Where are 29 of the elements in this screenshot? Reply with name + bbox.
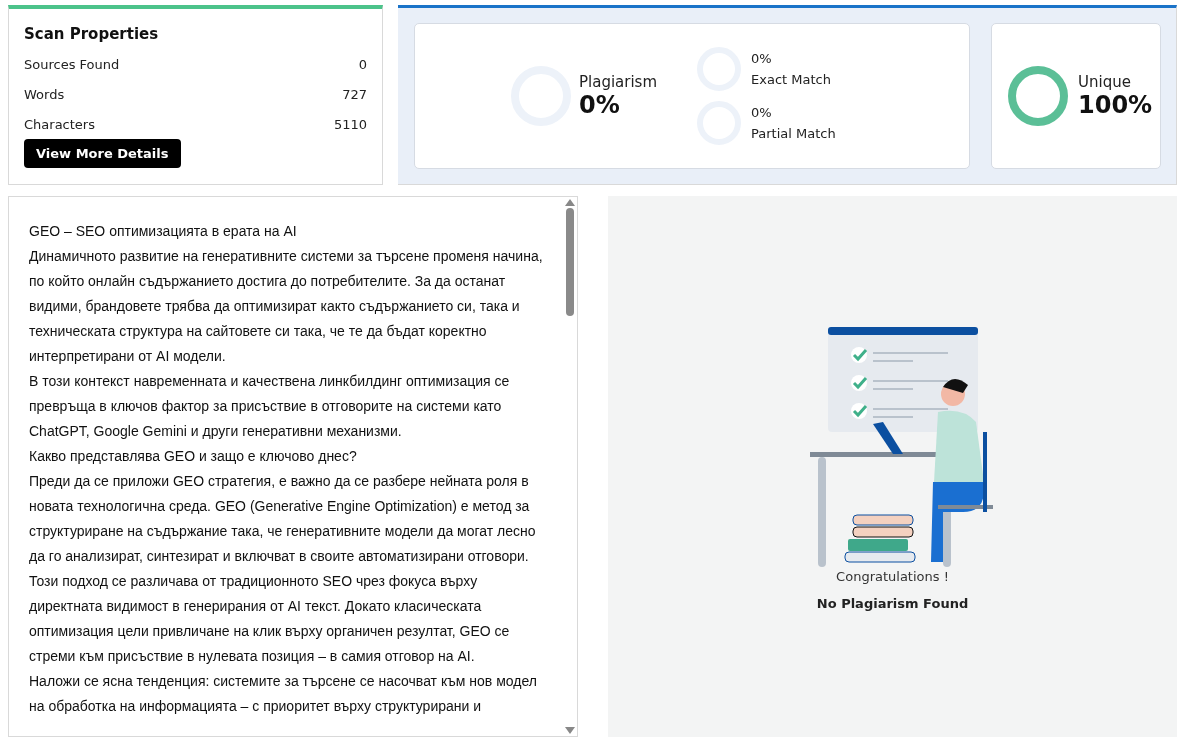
plagiarism-value: 0% xyxy=(579,91,621,119)
match-label: Partial Match xyxy=(751,126,836,141)
scroll-up-icon[interactable] xyxy=(565,199,575,206)
card-title: Scan Properties xyxy=(24,25,160,43)
unique-label: Unique xyxy=(1078,73,1132,91)
document-paragraph: Какво представлява GEO и защо е ключово днес? xyxy=(29,447,358,466)
plagiarism-label: Plagiarism xyxy=(579,73,658,91)
property-value: 0 xyxy=(358,56,367,72)
document-paragraph: Този подход се различава от традиционното SEO чрез фокуса върху директната видимост в генерирания от AI текст. Докато класическата оптимизация цели привличане на клик върху органичен резултат, GEO се стреми към присъствие в нулевата позиция – в самия отговор на AI. xyxy=(29,572,511,666)
property-value: 727 xyxy=(342,86,367,102)
match-label: Exact Match xyxy=(751,72,831,87)
property-value: 5110 xyxy=(333,116,367,132)
congratulations-text: Congratulations ! xyxy=(836,569,949,584)
unique-value: 100% xyxy=(1078,91,1153,119)
property-label: Words xyxy=(24,86,65,102)
view-more-details-button[interactable]: View More Details xyxy=(24,139,181,168)
scroll-down-icon[interactable] xyxy=(565,727,575,734)
property-label: Characters xyxy=(24,116,95,132)
document-paragraph: GEO – SEO оптимизацията в ерата на AI xyxy=(29,222,298,241)
document-paragraph: Преди да се приложи GEO стратегия, е важно да се разбере нейната роля в новата технологична среда. GEO (Generative Engine Optimization) е метод за структуриране на съдържание така, че генеративните модели да могат лесно да го анализират, синтезират и включват в своите автоматизирани отговори. xyxy=(29,472,537,566)
scrollbar-thumb[interactable] xyxy=(566,208,574,316)
match-value: 0% xyxy=(751,51,773,66)
no-plagiarism-message: No Plagiarism Found xyxy=(816,596,969,611)
match-value: 0% xyxy=(751,105,773,120)
document-paragraph: Динамичното развитие на генеративните системи за търсене променя начина, по който онлайн съдържанието достига до потребителите. За да останат видими, брандовете трябва да оптимизират както съдържанието си, така и техническата структура на сайтовете си така, че те да бъдат коректно интерпретирани от AI модели. xyxy=(29,247,544,366)
document-paragraph: В този контекст навременната и качествена линкбилдинг оптимизация се превръща в ключов фактор за присъствие в отговорите на системи като ChatGPT, Google Gemini и други генеративни механизми. xyxy=(29,372,511,441)
property-label: Sources Found xyxy=(24,56,120,72)
scrollbar[interactable] xyxy=(563,197,577,736)
document-paragraph: Наложи се ясна тенденция: системите за търсене се насочват към нов модел на обработка на информацията – с приоритет върху структурирани и xyxy=(29,672,538,716)
